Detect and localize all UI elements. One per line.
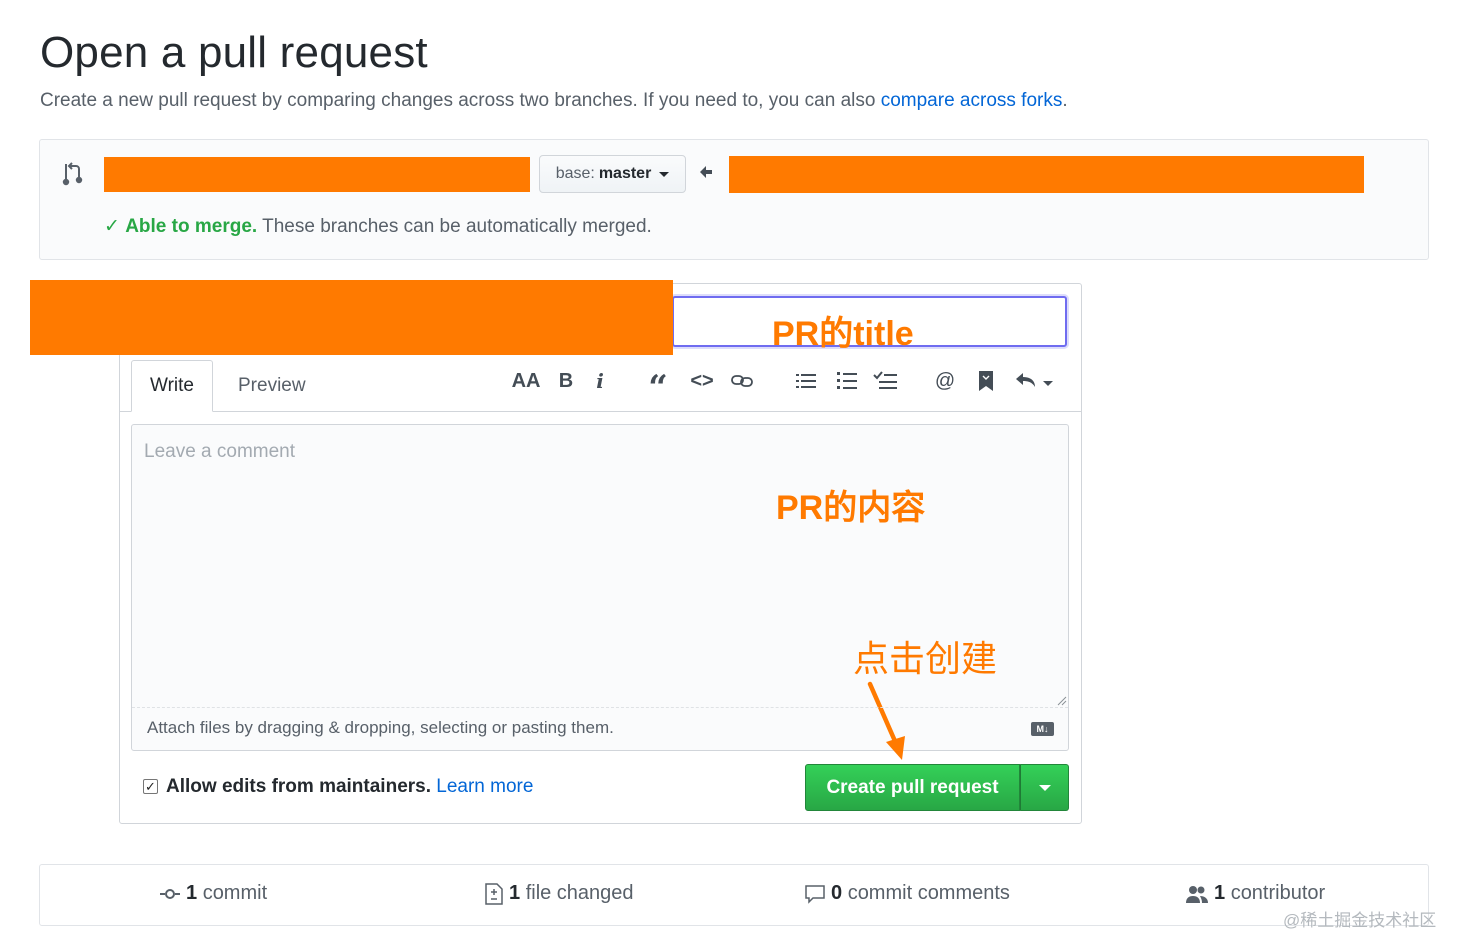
- create-options-dropdown[interactable]: [1020, 764, 1069, 811]
- attach-files-hint[interactable]: Attach files by dragging & dropping, sel…: [147, 718, 614, 738]
- git-compare-icon: [60, 160, 84, 186]
- comment-icon: [805, 884, 825, 904]
- chevron-down-icon: [659, 171, 670, 177]
- annotation-title: PR的title: [772, 315, 914, 353]
- page-title: Open a pull request: [40, 28, 428, 77]
- compare-branch-redacted: [729, 156, 1364, 193]
- stat-contributors[interactable]: 1 contributor: [1186, 882, 1325, 905]
- contributors-label: contributor: [1230, 882, 1326, 904]
- commits-label: commit: [202, 882, 268, 904]
- annotation-content: PR的内容: [776, 489, 926, 527]
- stat-commits[interactable]: 1 commit: [160, 882, 267, 905]
- quote-icon[interactable]: “: [646, 368, 670, 408]
- check-icon: ✓: [104, 216, 120, 237]
- base-prefix: base:: [555, 165, 595, 182]
- watermark: @稀土掘金技术社区: [1283, 911, 1437, 930]
- allow-edits-row: Allow edits from maintainers. Learn more: [166, 776, 533, 798]
- reply-icon[interactable]: [1014, 366, 1056, 396]
- allow-edits-label: Allow edits from maintainers.: [166, 776, 431, 797]
- heading-icon[interactable]: AA: [512, 366, 541, 396]
- tab-preview[interactable]: Preview: [238, 375, 306, 397]
- page-subtitle: Create a new pull request by comparing c…: [40, 90, 1068, 112]
- arrow-left-icon: [698, 164, 714, 185]
- annotation-create: 点击创建: [853, 638, 998, 679]
- subtitle-text: Create a new pull request by comparing c…: [40, 90, 881, 111]
- resize-handle-icon[interactable]: [1055, 693, 1067, 706]
- commits-count: 1: [186, 882, 198, 904]
- link-icon[interactable]: [729, 366, 755, 396]
- bookmark-icon[interactable]: [976, 366, 996, 396]
- annotation-arrow-icon: [864, 680, 914, 762]
- file-diff-icon: [485, 882, 503, 905]
- chevron-down-icon: [1038, 784, 1051, 791]
- merge-status-line: ✓ Able to merge. These branches can be a…: [104, 215, 652, 238]
- comments-count: 0: [831, 882, 843, 904]
- comments-label: commit comments: [847, 882, 1010, 904]
- comment-placeholder: Leave a comment: [144, 441, 296, 462]
- stat-files-changed[interactable]: 1 file changed: [485, 882, 634, 905]
- base-branch-name: master: [598, 165, 652, 182]
- create-pull-request-button[interactable]: Create pull request: [805, 764, 1020, 811]
- comment-textarea[interactable]: [131, 424, 1069, 751]
- files-count: 1: [509, 882, 521, 904]
- compare-across-forks-link[interactable]: compare across forks: [881, 90, 1063, 111]
- markdown-icon[interactable]: M↓: [1031, 722, 1054, 736]
- people-icon: [1186, 885, 1208, 903]
- contributors-count: 1: [1214, 882, 1226, 904]
- commit-icon: [160, 888, 180, 899]
- base-branch-button[interactable]: base: master: [539, 155, 686, 193]
- attach-divider: [132, 707, 1068, 708]
- files-label: file changed: [525, 882, 634, 904]
- ordered-list-icon[interactable]: [836, 366, 858, 396]
- code-icon[interactable]: <>: [689, 366, 715, 396]
- tab-divider: [120, 411, 1081, 412]
- head-repo-redacted: [104, 157, 530, 192]
- merge-status: Able to merge.: [125, 216, 258, 237]
- bold-icon[interactable]: B: [556, 366, 576, 396]
- italic-icon[interactable]: i: [592, 366, 608, 396]
- merge-message: These branches can be automatically merg…: [257, 216, 652, 237]
- tab-write[interactable]: Write: [131, 360, 213, 412]
- stat-commit-comments[interactable]: 0 commit comments: [805, 882, 1010, 905]
- unordered-list-icon[interactable]: [795, 366, 817, 396]
- avatar-redacted: [30, 280, 673, 355]
- task-list-icon[interactable]: [872, 366, 898, 396]
- mention-icon[interactable]: @: [933, 366, 957, 396]
- learn-more-link[interactable]: Learn more: [436, 776, 533, 797]
- allow-edits-checkbox[interactable]: ✓: [143, 779, 158, 794]
- subtitle-end: .: [1062, 90, 1068, 111]
